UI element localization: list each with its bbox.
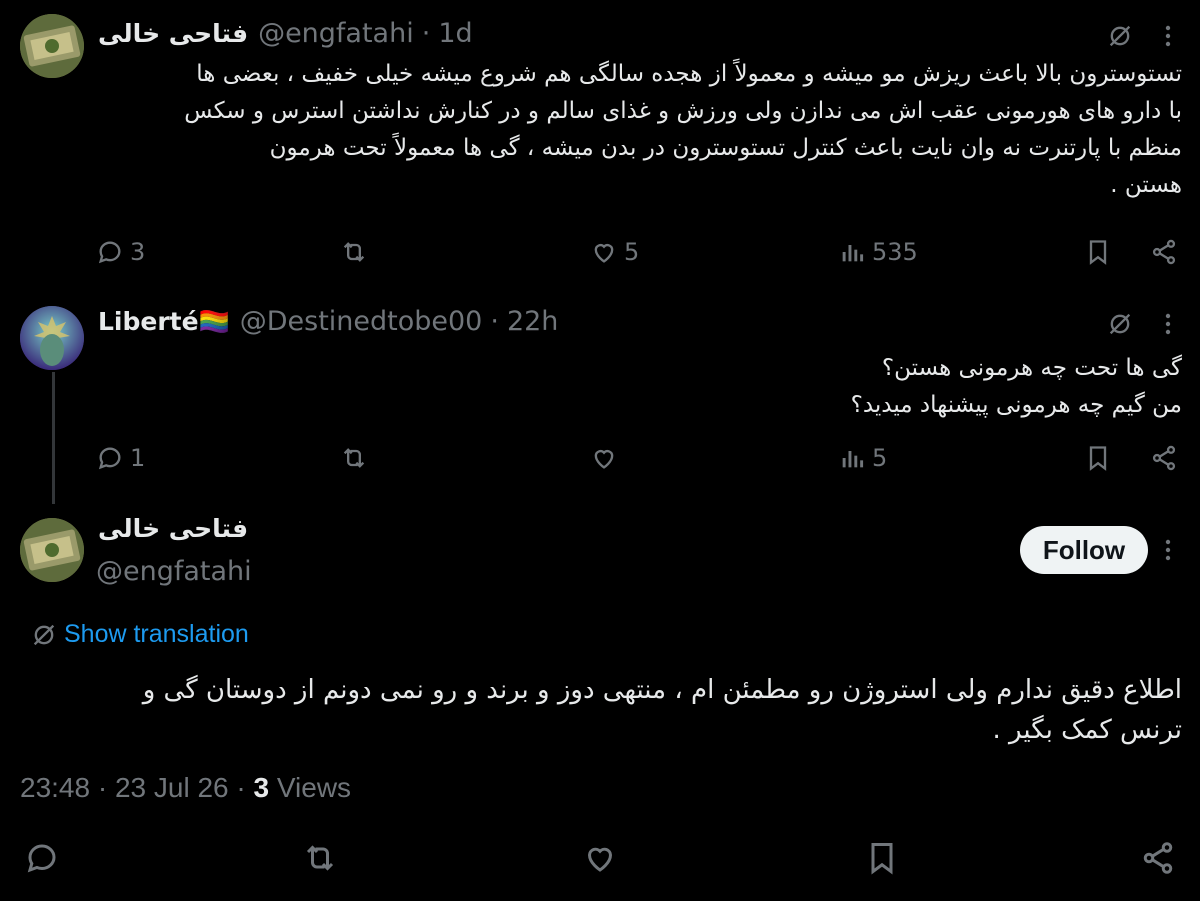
reply-icon	[27, 844, 56, 873]
tweet-text: اطلاع دقیق ندارم ولی استروژن رو مطمئن ام…	[20, 670, 1182, 750]
separator-dot: ·	[421, 18, 431, 49]
avatar[interactable]	[20, 306, 84, 370]
retweet-icon	[343, 448, 365, 468]
tweet-line: با دارو های هورمونی عقب اش می ندازن ولی …	[184, 98, 1182, 124]
follow-button[interactable]: Follow	[1020, 526, 1148, 574]
share-icon	[1152, 445, 1176, 471]
timestamp[interactable]: 22h	[507, 306, 558, 337]
bookmark-icon	[871, 843, 893, 875]
share-icon	[1143, 842, 1173, 874]
reply-button[interactable]: 1	[96, 444, 145, 472]
tweet-header: Liberté🏳️‍🌈 @Destinedtobe00 · 22h	[98, 306, 558, 337]
view-count: 5	[872, 444, 888, 472]
reply-button[interactable]	[24, 840, 60, 876]
display-name[interactable]: فتاحی خالی	[98, 19, 248, 48]
views-label: Views	[276, 772, 352, 803]
bookmark-icon	[1089, 240, 1107, 265]
retweet-button[interactable]	[302, 840, 338, 876]
tweet-line: گی ها تحت چه هرمونی هستن؟	[881, 355, 1182, 381]
handle[interactable]: @engfatahi	[96, 556, 252, 587]
bookmark-button[interactable]	[1084, 444, 1112, 472]
view-count: 3	[253, 772, 270, 803]
tweet-line: تستوسترون بالا باعث ریزش مو میشه و معمول…	[196, 61, 1182, 87]
retweet-icon	[306, 845, 334, 871]
tweet-header: فتاحی خالی @engfatahi · 1d	[98, 18, 473, 49]
grok-icon[interactable]	[1106, 22, 1134, 54]
more-icon[interactable]	[1156, 22, 1180, 54]
time[interactable]: 23:48	[20, 772, 90, 803]
views-button[interactable]: 5	[838, 444, 887, 472]
reply-icon	[98, 447, 121, 470]
share-button[interactable]	[1150, 444, 1178, 472]
date[interactable]: 23 Jul 26	[115, 772, 229, 803]
share-button[interactable]	[1150, 238, 1178, 266]
tweet-line: هستن .	[1110, 172, 1182, 198]
display-name[interactable]: فتاحی خالی	[98, 514, 248, 543]
reply-count: 1	[130, 444, 146, 472]
view-count: 535	[872, 238, 918, 266]
views-button[interactable]: 535	[838, 238, 918, 266]
bookmark-button[interactable]	[1084, 238, 1112, 266]
analytics-icon	[842, 451, 864, 468]
like-button[interactable]	[582, 840, 618, 876]
like-button[interactable]	[590, 444, 618, 472]
show-translation-label: Show translation	[64, 620, 249, 648]
heart-icon	[587, 847, 613, 872]
tweet-timestamp: 23:48 · 23 Jul 26 · 3 Views	[20, 772, 352, 803]
reply-icon	[98, 241, 121, 264]
retweet-button[interactable]	[340, 238, 368, 266]
tweet-line: منظم با پارتنرت نه وان نایت باعث کنترل ت…	[269, 135, 1182, 161]
handle[interactable]: @engfatahi	[258, 18, 414, 49]
more-icon[interactable]	[1156, 536, 1180, 568]
share-button[interactable]	[1140, 840, 1176, 876]
tweet-line: اطلاع دقیق ندارم ولی استروژن رو مطمئن ام…	[142, 675, 1182, 705]
separator-dot: ·	[490, 306, 499, 337]
grok-icon[interactable]	[1106, 310, 1134, 342]
like-button[interactable]: 5	[590, 238, 639, 266]
bookmark-button[interactable]	[864, 840, 900, 876]
show-translation-link[interactable]: Show translation	[30, 620, 249, 649]
tweet-line: من گیم چه هرمونی پیشنهاد میدید؟	[850, 392, 1182, 418]
thread-line	[52, 372, 55, 504]
tweet-line: ترنس کمک بگیر .	[992, 715, 1183, 745]
tweet-text: گی ها تحت چه هرمونی هستن؟ من گیم چه هرمو…	[98, 350, 1182, 424]
heart-icon	[594, 450, 614, 469]
retweet-button[interactable]	[340, 444, 368, 472]
tweet-text: تستوسترون بالا باعث ریزش مو میشه و معمول…	[98, 56, 1182, 204]
more-icon[interactable]	[1156, 310, 1180, 342]
analytics-icon	[842, 245, 864, 262]
bookmark-icon	[1089, 446, 1107, 471]
like-count: 5	[624, 238, 640, 266]
share-icon	[1152, 239, 1176, 265]
grok-icon	[33, 624, 55, 645]
display-name[interactable]: Liberté🏳️‍🌈	[98, 307, 230, 337]
reply-count: 3	[130, 238, 146, 266]
reply-button[interactable]: 3	[96, 238, 145, 266]
handle[interactable]: @Destinedtobe00	[240, 306, 483, 337]
avatar[interactable]	[20, 14, 84, 78]
avatar[interactable]	[20, 518, 84, 582]
heart-icon	[594, 244, 614, 263]
timestamp[interactable]: 1d	[438, 18, 472, 49]
retweet-icon	[343, 242, 365, 262]
